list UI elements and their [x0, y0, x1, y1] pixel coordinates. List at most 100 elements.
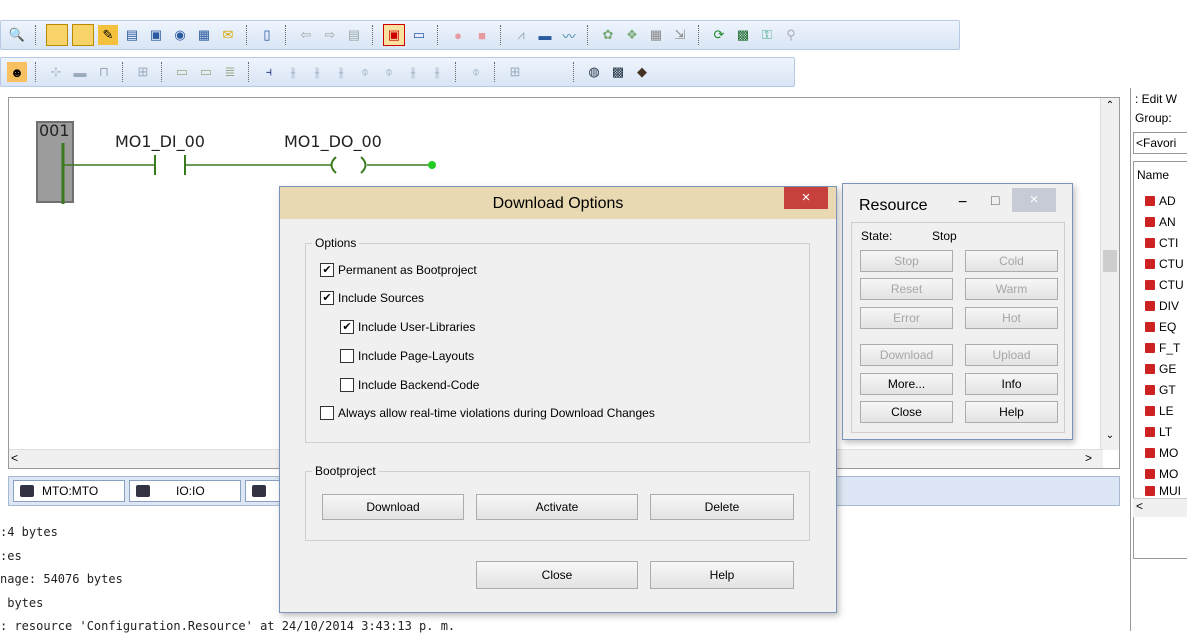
hot-button[interactable]: Hot	[965, 307, 1058, 329]
download-button[interactable]: Download	[860, 344, 953, 366]
reset-button[interactable]: Reset	[860, 278, 953, 300]
coil-p-icon[interactable]: ⫳	[403, 62, 423, 82]
page-icon[interactable]: ▯	[257, 25, 277, 45]
list-item[interactable]: GE	[1145, 362, 1176, 376]
coil-variable[interactable]: MO1_DO_00	[284, 132, 382, 151]
group-select[interactable]: <Favori	[1133, 132, 1187, 154]
bootproject-download-button[interactable]: Download	[322, 494, 464, 520]
monitor-icon[interactable]: ▣	[146, 25, 166, 45]
contact-n-icon[interactable]: ⫳	[331, 62, 351, 82]
include-page-layouts-checkbox[interactable]: Include Page-Layouts	[340, 349, 474, 363]
list-item[interactable]: DIV	[1145, 299, 1179, 313]
search-icon[interactable]: 🔍	[7, 25, 27, 45]
build-icon[interactable]: ▣	[383, 24, 405, 46]
contact-nc-icon[interactable]: ⫳	[283, 62, 303, 82]
forward-icon[interactable]: ⇨	[320, 25, 340, 45]
warm-button[interactable]: Warm	[965, 278, 1058, 300]
device-icon[interactable]: ▩	[733, 25, 753, 45]
list-item[interactable]: AN	[1145, 215, 1176, 229]
record-icon[interactable]: ●	[448, 25, 468, 45]
cold-button[interactable]: Cold	[965, 250, 1058, 272]
wave-icon[interactable]: 〰	[559, 25, 579, 45]
resource-icon[interactable]: ❖	[622, 25, 642, 45]
view-icon[interactable]: ▬	[535, 25, 555, 45]
contact-no-icon[interactable]: ⫞	[259, 62, 279, 82]
jump-icon[interactable]: ⌽	[466, 62, 486, 82]
include-user-libraries-checkbox[interactable]: ✔ Include User-Libraries	[340, 320, 475, 334]
list-item[interactable]: GT	[1145, 383, 1176, 397]
column-header[interactable]: Name	[1137, 168, 1169, 182]
minimize-icon[interactable]: −	[958, 194, 967, 212]
stop-icon[interactable]: ■	[472, 25, 492, 45]
close-icon[interactable]: ×	[784, 187, 828, 209]
export-icon[interactable]: ⇲	[670, 25, 690, 45]
list-item[interactable]: MO	[1145, 446, 1178, 460]
tab-other[interactable]	[245, 480, 281, 502]
coil-n-icon[interactable]: ⫳	[427, 62, 447, 82]
window2-icon[interactable]	[72, 24, 94, 46]
list-item[interactable]: CTU	[1145, 278, 1184, 292]
list-item[interactable]: AD	[1145, 194, 1176, 208]
compile-icon[interactable]: ◉	[170, 25, 190, 45]
tools-icon[interactable]: ✿	[598, 25, 618, 45]
list-item[interactable]: LT	[1145, 425, 1172, 439]
return-icon[interactable]: ⊞	[505, 62, 525, 82]
help-button[interactable]: Help	[965, 401, 1058, 423]
back-icon[interactable]: ⇦	[296, 25, 316, 45]
block-icon[interactable]: ▬	[70, 62, 90, 82]
ladder-icon[interactable]: ▤	[122, 25, 142, 45]
help-button[interactable]: Help	[650, 561, 794, 589]
list-item[interactable]: MUI	[1145, 486, 1181, 496]
list-horizontal-scrollbar[interactable]: <	[1133, 498, 1187, 517]
upload-button[interactable]: Upload	[965, 344, 1058, 366]
info-button[interactable]: Info	[965, 373, 1058, 395]
branch-icon[interactable]: ⊓	[94, 62, 114, 82]
maximize-icon[interactable]: □	[991, 192, 999, 208]
tab-io[interactable]: IO:IO	[129, 480, 241, 502]
stop-button[interactable]: Stop	[860, 250, 953, 272]
close-icon[interactable]: ×	[1012, 188, 1056, 212]
list-item[interactable]: EQ	[1145, 320, 1176, 334]
list-item[interactable]: CTU	[1145, 257, 1184, 271]
coil-set-icon[interactable]: ⌽	[355, 62, 375, 82]
scroll-down-icon[interactable]: ⌄	[1101, 430, 1119, 441]
note-icon[interactable]: ✉	[218, 25, 238, 45]
table-icon[interactable]: ▦	[646, 25, 666, 45]
scroll-right-icon[interactable]: >	[1085, 451, 1092, 465]
bootproject-delete-button[interactable]: Delete	[650, 494, 794, 520]
include-sources-checkbox[interactable]: ✔ Include Sources	[320, 291, 424, 305]
window-icon[interactable]	[46, 24, 68, 46]
function-icon[interactable]: ⊞	[133, 62, 153, 82]
list-icon[interactable]: ▤	[344, 25, 364, 45]
list-item[interactable]: LE	[1145, 404, 1174, 418]
list-item[interactable]: F_T	[1145, 341, 1180, 355]
editor-vertical-scrollbar[interactable]: ⌃ ⌄	[1100, 98, 1119, 450]
scroll-up-icon[interactable]: ⌃	[1101, 100, 1119, 111]
refresh-icon[interactable]: ⟳	[709, 25, 729, 45]
pencil-icon[interactable]: ✎	[98, 25, 118, 45]
globe-icon[interactable]: ◍	[584, 62, 604, 82]
close-button[interactable]: Close	[860, 401, 953, 423]
config-icon[interactable]: ▭	[409, 25, 429, 45]
include-backend-code-checkbox[interactable]: Include Backend-Code	[340, 378, 479, 392]
coil2-icon[interactable]: ▭	[196, 62, 216, 82]
memory-icon[interactable]: ▦	[194, 25, 214, 45]
contact-variable[interactable]: MO1_DI_00	[115, 132, 205, 151]
person-icon[interactable]: ☻	[7, 62, 27, 82]
scroll-thumb[interactable]	[1103, 250, 1117, 272]
more-button[interactable]: More...	[860, 373, 953, 395]
close-button[interactable]: Close	[476, 561, 638, 589]
scroll-left-icon[interactable]: <	[11, 451, 18, 465]
debug-icon[interactable]: ◆	[632, 62, 652, 82]
bootproject-activate-button[interactable]: Activate	[476, 494, 638, 520]
link-icon[interactable]: ⚲	[781, 25, 801, 45]
error-button[interactable]: Error	[860, 307, 953, 329]
list-item[interactable]: MO	[1145, 467, 1178, 481]
permanent-bootproject-checkbox[interactable]: ✔ Permanent as Bootproject	[320, 263, 477, 277]
stack-icon[interactable]: ≣	[220, 62, 240, 82]
plot-icon[interactable]: ⩘	[511, 25, 531, 45]
coil-reset-icon[interactable]: ⌽	[379, 62, 399, 82]
save-icon[interactable]: ▩	[608, 62, 628, 82]
list-item[interactable]: CTI	[1145, 236, 1178, 250]
realtime-violations-checkbox[interactable]: Always allow real-time violations during…	[320, 406, 655, 420]
